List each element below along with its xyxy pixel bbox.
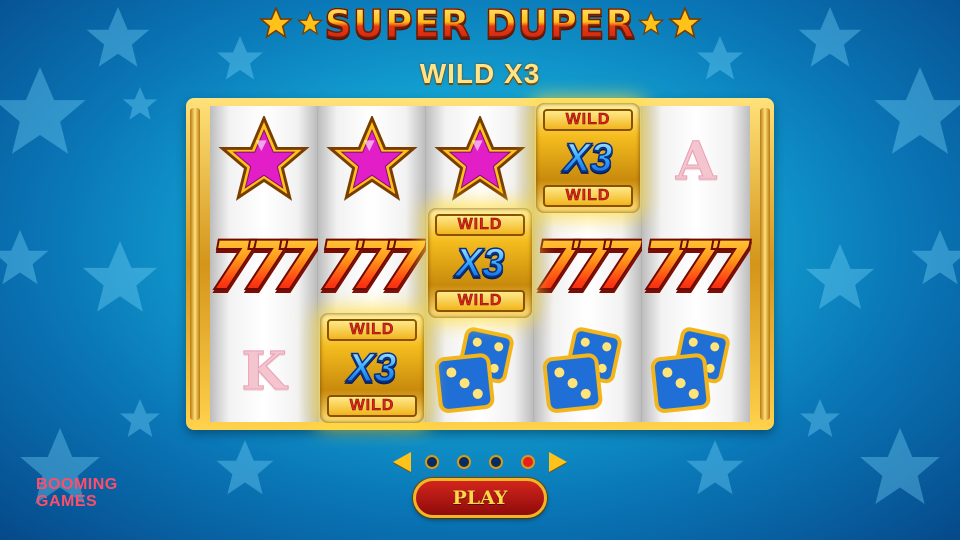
star-icon: [667, 7, 702, 39]
game-title-bar: SUPER DUPER: [0, 0, 960, 48]
page-dot-2[interactable]: [457, 455, 471, 469]
frame-right-bar: [760, 108, 770, 420]
symbol-wild: WILD X3 WILD: [318, 313, 426, 424]
wild-x3-tile: WILD X3 WILD: [320, 313, 424, 423]
symbol-letter-k: K: [210, 319, 318, 424]
dice-icon: [650, 326, 730, 413]
wild-multiplier: X3: [455, 241, 505, 285]
pink-star-icon: [434, 115, 526, 201]
symbol-dice: [642, 319, 750, 424]
reel-4: WILD X3 WILD 777: [532, 103, 644, 424]
star-icon: [637, 11, 664, 36]
logo-line-2: GAMES: [36, 493, 98, 510]
wild-x3-tile: WILD X3 WILD: [536, 103, 640, 213]
booming-games-logo: BOOMING GAMES: [36, 476, 136, 510]
pink-star-icon: [326, 115, 418, 201]
reel-grid: 777 K 777 WILD X3 WILD WILD X3 WILD WILD X…: [208, 103, 752, 424]
sevens-text: 777: [316, 226, 428, 307]
symbol-letter-a: A: [642, 109, 750, 214]
symbol-star: [210, 109, 318, 214]
page-dot-1[interactable]: [425, 455, 439, 469]
symbol-sevens: 777: [640, 214, 752, 319]
sevens-text: 777: [640, 226, 752, 307]
sevens-text: 777: [532, 226, 644, 307]
reel-2: 777 WILD X3 WILD: [316, 106, 428, 424]
symbol-star: [426, 109, 534, 214]
reel-1: 777 K: [208, 106, 320, 424]
game-title: SUPER DUPER: [324, 1, 636, 47]
symbol-sevens: 777: [532, 214, 644, 319]
reel-3: WILD X3 WILD: [426, 106, 534, 422]
play-button[interactable]: PLAY: [413, 478, 547, 518]
page-navigation: [380, 450, 580, 474]
wild-label-top: WILD: [543, 109, 633, 131]
symbol-dice: [426, 319, 534, 424]
symbol-wild: WILD X3 WILD: [426, 208, 534, 319]
wild-multiplier: X3: [347, 346, 397, 390]
letter-text: K: [241, 341, 287, 403]
dice-icon: [434, 326, 514, 413]
reel-5: A 777: [640, 106, 752, 424]
symbol-dice: [534, 319, 642, 424]
logo-line-1: BOOMING: [36, 476, 118, 493]
wild-label-bottom: WILD: [327, 395, 417, 417]
dice-icon: [542, 326, 622, 413]
wild-label-bottom: WILD: [543, 185, 633, 207]
symbol-wild: WILD X3 WILD: [534, 103, 642, 214]
wild-label-top: WILD: [327, 319, 417, 341]
feature-subtitle: WILD X3: [419, 58, 541, 89]
pink-star-icon: [218, 115, 310, 201]
page-dot-3[interactable]: [489, 455, 503, 469]
wild-multiplier: X3: [563, 136, 613, 180]
symbol-sevens: 777: [316, 214, 428, 319]
letter-text: A: [675, 131, 717, 193]
page-dot-4[interactable]: [521, 455, 535, 469]
symbol-sevens: 777: [208, 214, 320, 319]
star-icon: [296, 11, 323, 36]
wild-label-bottom: WILD: [435, 290, 525, 312]
star-icon: [258, 7, 293, 39]
symbol-star: [318, 109, 426, 214]
wild-label-top: WILD: [435, 214, 525, 236]
frame-left-bar: [190, 108, 200, 420]
sevens-text: 777: [208, 226, 320, 307]
prev-arrow-icon[interactable]: [393, 452, 411, 472]
page-dots: [425, 455, 535, 469]
wild-x3-tile: WILD X3 WILD: [428, 208, 532, 318]
slot-machine-frame: 777 K 777 WILD X3 WILD WILD X3 WILD WILD X…: [186, 98, 774, 430]
next-arrow-icon[interactable]: [549, 452, 567, 472]
